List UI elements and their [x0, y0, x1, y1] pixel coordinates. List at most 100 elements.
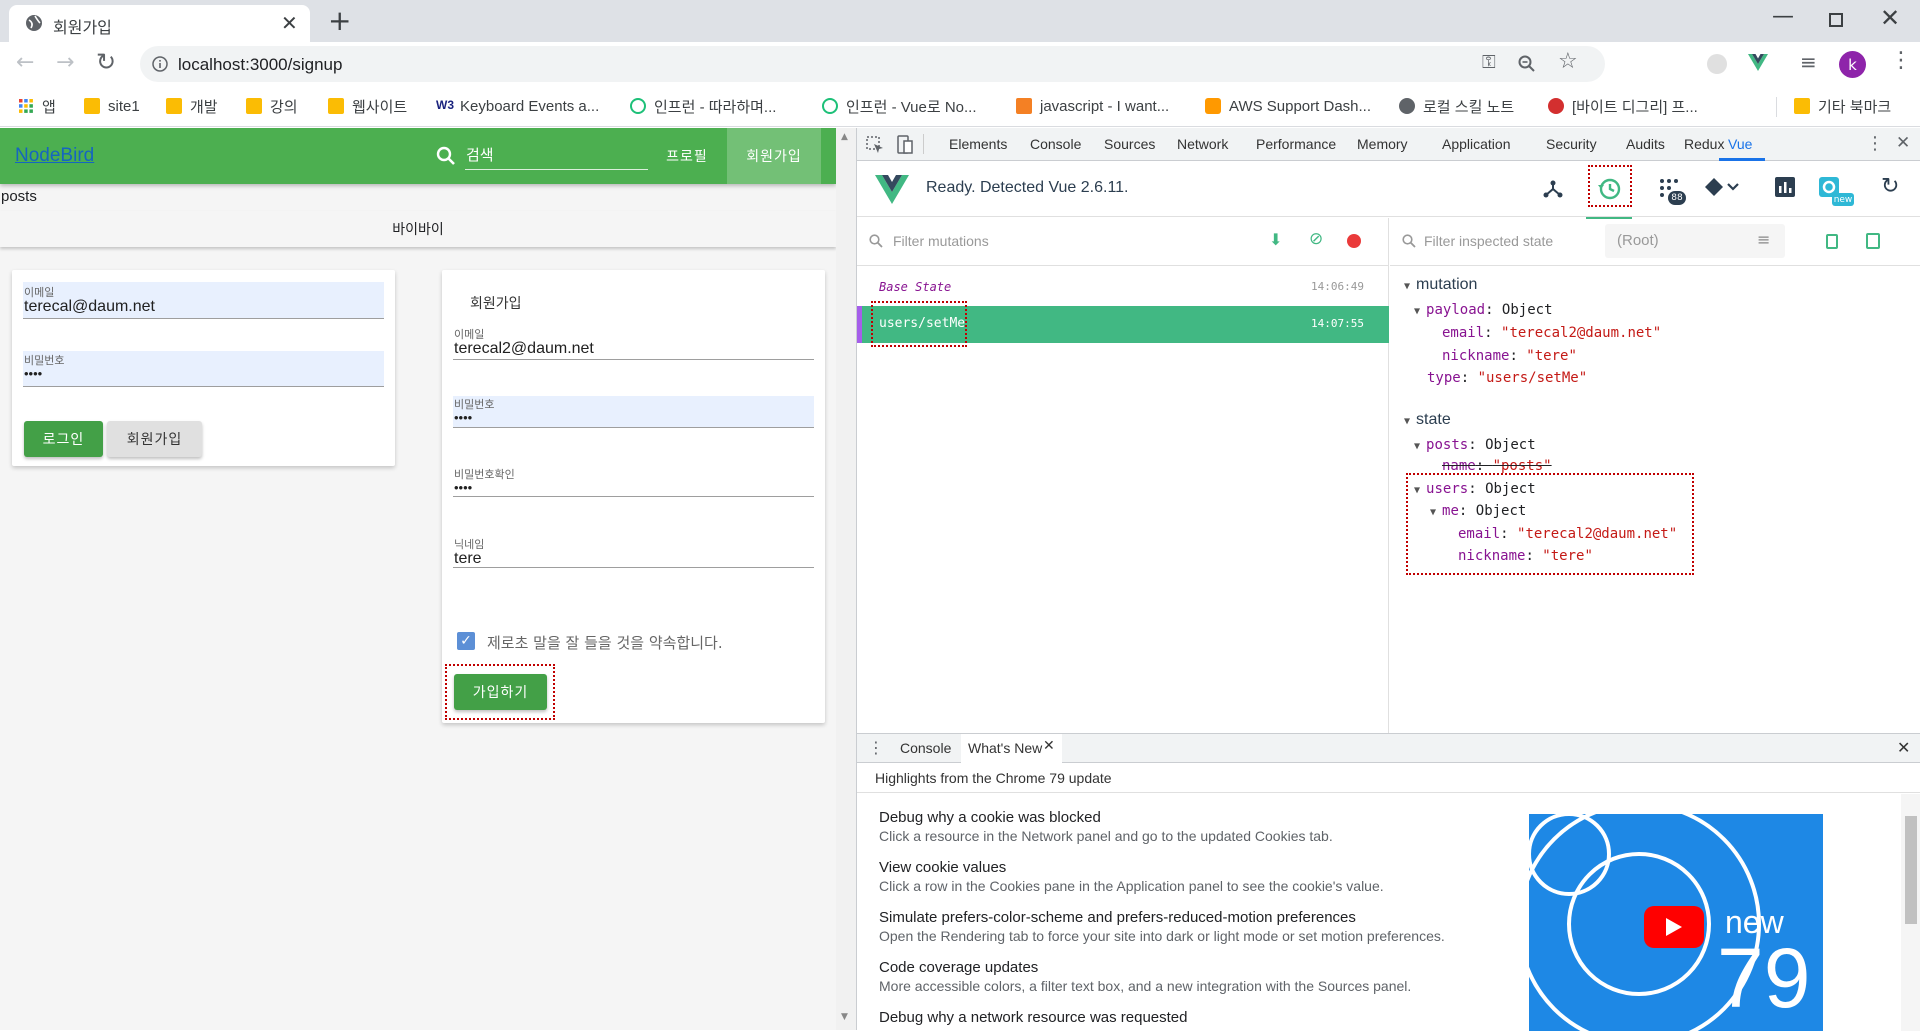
- tree-node-posts-name: name: "posts": [1442, 458, 1552, 474]
- device-toolbar-icon[interactable]: [897, 135, 913, 155]
- close-window-icon[interactable]: ✕: [1880, 4, 1900, 32]
- bookmark-inflearn-1[interactable]: 인프런 - 따라하며...: [630, 95, 776, 117]
- terms-checkbox[interactable]: ✓: [457, 632, 475, 650]
- tab-security[interactable]: Security: [1546, 136, 1597, 152]
- search-icon: [869, 234, 883, 248]
- logo-link[interactable]: NodeBird: [15, 145, 94, 167]
- login-signup-button[interactable]: 회원가입: [107, 421, 202, 457]
- bookmark-local-skill[interactable]: 로컬 스킬 노트: [1399, 95, 1514, 117]
- routing-icon[interactable]: [1704, 177, 1740, 199]
- profile-avatar[interactable]: k: [1839, 51, 1866, 78]
- bookmark-apps[interactable]: 앱: [18, 95, 56, 117]
- root-select[interactable]: (Root) ≡: [1605, 224, 1785, 258]
- app-bar: NodeBird 검색 프로필 회원가입: [0, 128, 836, 184]
- components-icon[interactable]: [1542, 178, 1564, 200]
- tab-elements[interactable]: Elements: [949, 136, 1007, 152]
- tab-redux[interactable]: Redux: [1684, 136, 1724, 152]
- reload-icon[interactable]: ↻: [96, 48, 116, 76]
- tab-performance[interactable]: Performance: [1256, 136, 1336, 152]
- back-icon[interactable]: ←: [16, 50, 34, 75]
- tree-node-posts[interactable]: ▼ posts: Object: [1414, 437, 1536, 453]
- feature-title[interactable]: Debug why a network resource was request…: [879, 1009, 1188, 1026]
- mutation-row-base[interactable]: Base State 14:06:49: [857, 272, 1389, 302]
- login-button[interactable]: 로그인: [24, 421, 103, 457]
- zoom-icon[interactable]: [1518, 55, 1536, 73]
- tab-application[interactable]: Application: [1442, 136, 1511, 152]
- page-scrollbar[interactable]: ▲ ▼: [836, 128, 856, 1030]
- devtools-close-icon[interactable]: ✕: [1896, 133, 1910, 153]
- menu-icon[interactable]: ⋮: [1890, 48, 1912, 73]
- tab-memory[interactable]: Memory: [1357, 136, 1408, 152]
- drawer-scroll-thumb[interactable]: [1905, 816, 1917, 924]
- state-section-header[interactable]: ▼ state: [1404, 411, 1451, 429]
- address-bar[interactable]: localhost:3000/signup ⚿ ☆: [140, 46, 1605, 82]
- browser-tab[interactable]: 회원가입 ✕: [9, 5, 310, 42]
- nav-signup-button[interactable]: 회원가입: [727, 128, 821, 184]
- vue-devtools-extension-icon[interactable]: [1748, 54, 1768, 72]
- nav-profile-button[interactable]: 프로필: [655, 128, 719, 184]
- tab-vue[interactable]: Vue: [1728, 136, 1752, 152]
- tab-audits[interactable]: Audits: [1626, 136, 1665, 152]
- drawer-close-icon[interactable]: ✕: [1897, 738, 1910, 757]
- drawer-scrollbar[interactable]: [1901, 794, 1920, 1031]
- bookmark-keyboard-events[interactable]: W3 Keyboard Events a...: [436, 95, 599, 117]
- tree-node-payload[interactable]: ▼ payload: Object: [1414, 302, 1553, 318]
- bookmark-inflearn-2[interactable]: 인프런 - Vue로 No...: [822, 95, 977, 117]
- maximize-icon[interactable]: [1829, 13, 1843, 27]
- revert-all-icon[interactable]: ⊘: [1309, 229, 1323, 249]
- filter-state-input[interactable]: Filter inspected state: [1424, 233, 1553, 249]
- mutation-time: 14:07:55: [1311, 317, 1364, 330]
- scroll-up-icon[interactable]: ▲: [841, 132, 848, 142]
- extension-icon[interactable]: [1707, 54, 1727, 74]
- bookmark-byte-degree[interactable]: [바이트 디그리] 프...: [1548, 95, 1698, 117]
- close-tab-icon[interactable]: ✕: [1043, 738, 1055, 754]
- forward-icon[interactable]: →: [56, 50, 74, 75]
- bookmark-other[interactable]: 기타 북마크: [1794, 95, 1891, 117]
- devtools-menu-icon[interactable]: ⋮: [1866, 133, 1884, 154]
- signup-nickname-field[interactable]: [453, 530, 814, 568]
- mutation-section-header[interactable]: ▼ mutation: [1404, 276, 1477, 294]
- youtube-play-icon[interactable]: [1644, 906, 1704, 948]
- performance-icon[interactable]: [1775, 177, 1795, 197]
- bookmark-aws[interactable]: AWS Support Dash...: [1205, 95, 1371, 117]
- filter-list-icon[interactable]: ≡: [1757, 230, 1770, 249]
- bookmark-star-icon[interactable]: ☆: [1558, 49, 1578, 74]
- search-input[interactable]: 검색: [465, 140, 648, 170]
- filter-mutations-input[interactable]: Filter mutations: [893, 233, 989, 249]
- close-tab-icon[interactable]: ✕: [281, 11, 298, 35]
- new-tab-icon[interactable]: +: [328, 4, 351, 37]
- signup-password-field[interactable]: [453, 396, 814, 428]
- commit-all-icon[interactable]: ⬇: [1269, 230, 1282, 249]
- search-icon: [436, 146, 455, 165]
- inspect-element-icon[interactable]: [866, 136, 884, 154]
- chrome-79-video-thumbnail[interactable]: new 79: [1529, 814, 1823, 1031]
- feature-title[interactable]: Code coverage updates: [879, 959, 1038, 976]
- key-icon[interactable]: ⚿: [1482, 52, 1496, 73]
- tab-network[interactable]: Network: [1177, 136, 1228, 152]
- copy-icon[interactable]: [1826, 234, 1838, 249]
- drawer-tab-whats-new[interactable]: What's New ✕: [961, 734, 1062, 763]
- feature-title[interactable]: View cookie values: [879, 859, 1006, 876]
- info-icon[interactable]: [152, 56, 168, 72]
- tab-sources[interactable]: Sources: [1104, 136, 1155, 152]
- drawer-menu-icon[interactable]: ⋮: [868, 738, 884, 757]
- bookmark-dev[interactable]: 개발: [166, 95, 218, 117]
- signup-email-field[interactable]: [453, 322, 814, 360]
- refresh-icon[interactable]: ↻: [1881, 174, 1899, 199]
- login-password-field[interactable]: [23, 351, 384, 387]
- feature-title[interactable]: Debug why a cookie was blocked: [879, 809, 1101, 826]
- record-icon[interactable]: [1347, 234, 1361, 248]
- bookmark-lecture[interactable]: 강의: [246, 95, 298, 117]
- bookmark-site1[interactable]: site1: [84, 95, 140, 117]
- paste-icon[interactable]: [1866, 233, 1880, 249]
- feature-title[interactable]: Simulate prefers-color-scheme and prefer…: [879, 909, 1356, 926]
- media-queue-icon[interactable]: ≡: [1800, 50, 1817, 74]
- scroll-down-icon[interactable]: ▼: [841, 1012, 848, 1022]
- tab-console[interactable]: Console: [1030, 136, 1081, 152]
- terms-label: 제로초 말을 잘 들을 것을 약속합니다.: [487, 634, 723, 652]
- bookmark-javascript[interactable]: javascript - I want...: [1016, 95, 1169, 117]
- minimize-icon[interactable]: —: [1772, 4, 1794, 29]
- bookmark-website[interactable]: 웹사이트: [328, 95, 407, 117]
- drawer-tab-console[interactable]: Console: [900, 740, 951, 756]
- highlight-box: [871, 301, 967, 347]
